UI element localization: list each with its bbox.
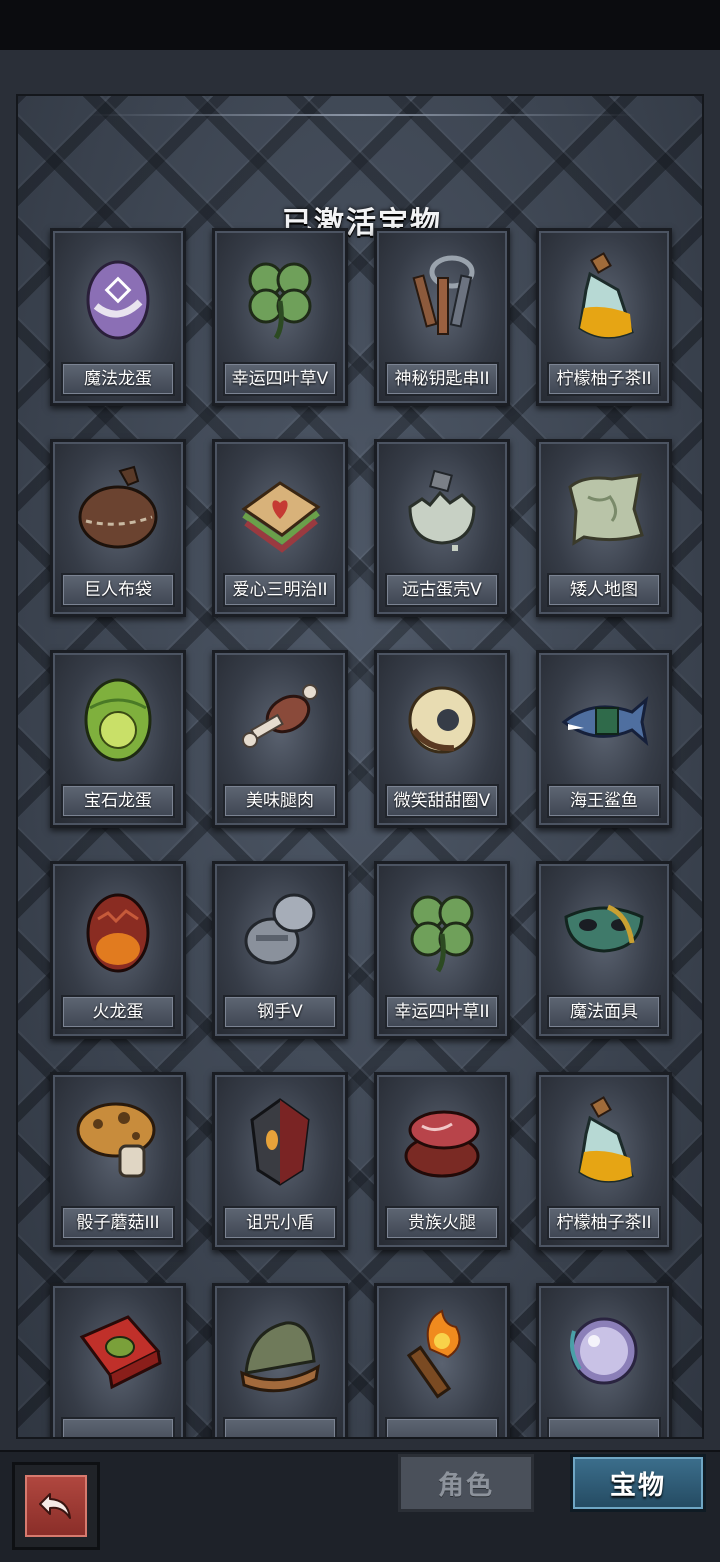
treasure-card[interactable] <box>536 1283 672 1437</box>
shark-icon <box>553 663 655 773</box>
gem-dragon-egg-icon <box>67 663 169 773</box>
meat-leg-icon <box>229 663 331 773</box>
potion-bottle-icon <box>553 241 655 351</box>
treasure-label: 远古蛋壳V <box>385 573 499 607</box>
tab-treasure[interactable]: 宝物 <box>570 1454 706 1512</box>
treasure-label: 魔法龙蛋 <box>61 362 175 396</box>
treasure-label: 幸运四叶草V <box>223 362 337 396</box>
treasure-label: 贵族火腿 <box>385 1206 499 1240</box>
treasure-label: 魔法面具 <box>547 995 661 1029</box>
treasure-label: 诅咒小盾 <box>223 1206 337 1240</box>
treasure-card[interactable]: 钢手V <box>212 861 348 1039</box>
treasure-label: 神秘钥匙串II <box>385 362 499 396</box>
sack-icon <box>67 452 169 562</box>
bottom-bar: 角色 宝物 <box>0 1450 720 1562</box>
tab-role[interactable]: 角色 <box>398 1454 534 1512</box>
treasure-card[interactable]: 幸运四叶草II <box>374 861 510 1039</box>
treasure-label <box>61 1417 175 1437</box>
treasure-card[interactable]: 美味腿肉 <box>212 650 348 828</box>
treasure-card[interactable]: 柠檬柚子茶II <box>536 228 672 406</box>
treasure-label: 微笑甜甜圈V <box>385 784 499 818</box>
treasure-card[interactable]: 魔法龙蛋 <box>50 228 186 406</box>
treasure-label: 爱心三明治II <box>223 573 337 607</box>
egg-shell-icon <box>391 452 493 562</box>
cursed-shield-icon <box>229 1085 331 1195</box>
treasure-card[interactable] <box>212 1283 348 1437</box>
status-bar <box>0 0 720 50</box>
treasure-frame: 已激活宝物 魔法龙蛋 幸运四叶草V 神秘钥匙串II 柠檬柚子茶II 巨人布袋 爱心三明治I… <box>0 50 720 1450</box>
treasure-label <box>223 1417 337 1437</box>
treasure-card[interactable] <box>50 1283 186 1437</box>
back-arrow-icon <box>25 1475 87 1537</box>
treasure-label: 火龙蛋 <box>61 995 175 1029</box>
treasure-card[interactable] <box>374 1283 510 1437</box>
treasure-card[interactable]: 巨人布袋 <box>50 439 186 617</box>
treasure-label: 骰子蘑菇III <box>61 1206 175 1240</box>
treasure-card[interactable]: 柠檬柚子茶II <box>536 1072 672 1250</box>
treasure-card[interactable]: 神秘钥匙串II <box>374 228 510 406</box>
potion-bottle-icon <box>553 1085 655 1195</box>
treasure-card[interactable]: 贵族火腿 <box>374 1072 510 1250</box>
sandwich-icon <box>229 452 331 562</box>
mushroom-icon <box>67 1085 169 1195</box>
crystal-ball-icon <box>553 1296 655 1406</box>
treasure-card[interactable]: 微笑甜甜圈V <box>374 650 510 828</box>
treasure-label: 钢手V <box>223 995 337 1029</box>
steel-gauntlet-icon <box>229 874 331 984</box>
fire-dragon-egg-icon <box>67 874 169 984</box>
four-leaf-clover-icon <box>229 241 331 351</box>
title-divider <box>88 114 636 116</box>
treasure-label <box>385 1417 499 1437</box>
treasure-card[interactable]: 远古蛋壳V <box>374 439 510 617</box>
key-ring-icon <box>391 241 493 351</box>
four-leaf-clover-icon <box>391 874 493 984</box>
treasure-label: 美味腿肉 <box>223 784 337 818</box>
wool-hat-icon <box>229 1296 331 1406</box>
treasure-card[interactable]: 骰子蘑菇III <box>50 1072 186 1250</box>
torch-icon <box>391 1296 493 1406</box>
map-scroll-icon <box>553 452 655 562</box>
treasure-card[interactable]: 诅咒小盾 <box>212 1072 348 1250</box>
treasure-card[interactable]: 爱心三明治II <box>212 439 348 617</box>
back-button[interactable] <box>12 1462 100 1550</box>
treasure-card[interactable]: 宝石龙蛋 <box>50 650 186 828</box>
spell-book-icon <box>67 1296 169 1406</box>
donut-icon <box>391 663 493 773</box>
magic-mask-icon <box>553 874 655 984</box>
treasure-card[interactable]: 海王鲨鱼 <box>536 650 672 828</box>
magic-dragon-egg-icon <box>67 241 169 351</box>
treasure-card[interactable]: 火龙蛋 <box>50 861 186 1039</box>
treasure-label: 柠檬柚子茶II <box>547 1206 661 1240</box>
treasure-label: 矮人地图 <box>547 573 661 607</box>
treasure-card[interactable]: 矮人地图 <box>536 439 672 617</box>
ham-steak-icon <box>391 1085 493 1195</box>
treasure-card[interactable]: 魔法面具 <box>536 861 672 1039</box>
treasure-label: 海王鲨鱼 <box>547 784 661 818</box>
treasure-label: 幸运四叶草II <box>385 995 499 1029</box>
treasure-label <box>547 1417 661 1437</box>
treasure-label: 巨人布袋 <box>61 573 175 607</box>
treasure-card[interactable]: 幸运四叶草V <box>212 228 348 406</box>
treasure-label: 宝石龙蛋 <box>61 784 175 818</box>
treasure-panel[interactable]: 已激活宝物 魔法龙蛋 幸运四叶草V 神秘钥匙串II 柠檬柚子茶II 巨人布袋 爱心三明治I… <box>16 94 704 1439</box>
treasure-label: 柠檬柚子茶II <box>547 362 661 396</box>
